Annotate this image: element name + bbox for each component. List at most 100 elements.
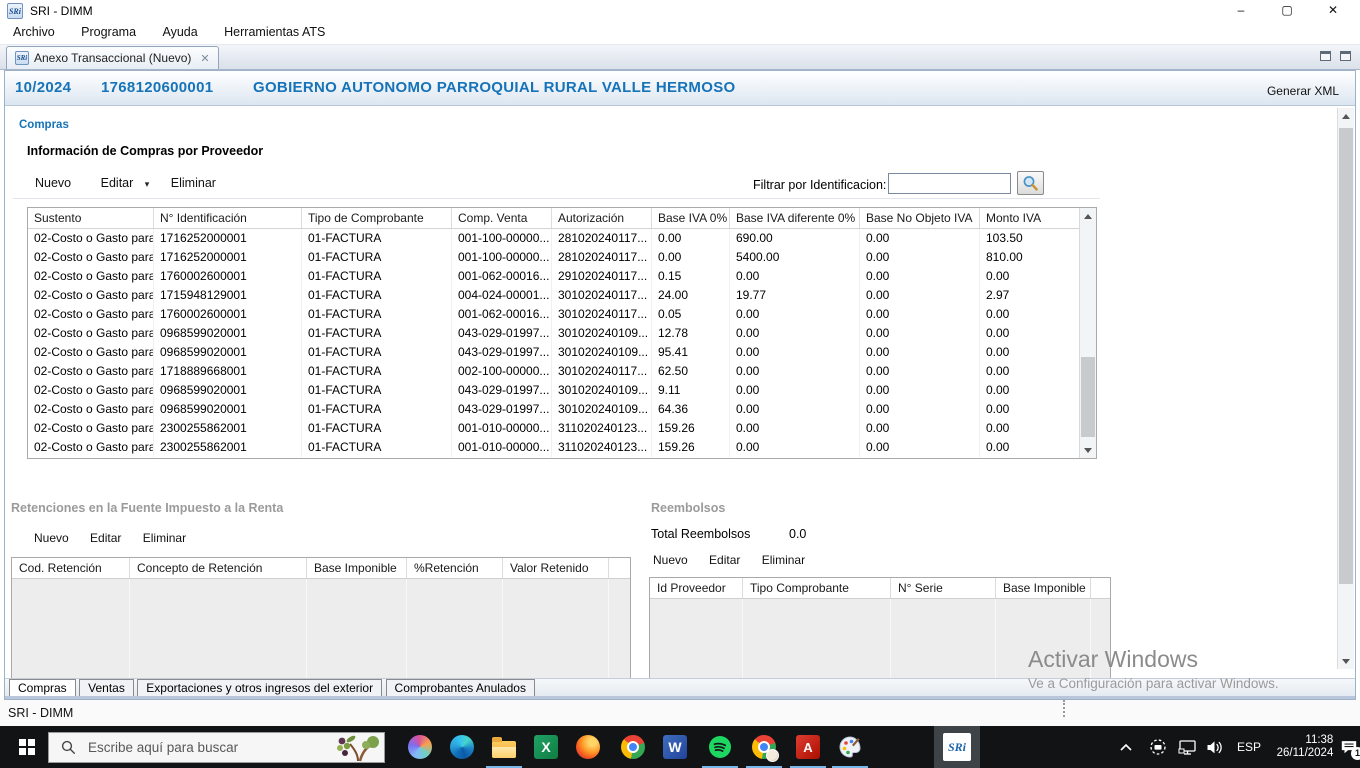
reemb-nuevo-button[interactable]: Nuevo — [653, 553, 688, 567]
scrollbar-thumb[interactable] — [1339, 128, 1353, 584]
search-input[interactable] — [86, 739, 330, 756]
table-row[interactable]: 02-Costo o Gasto para d...09685990200010… — [28, 324, 1096, 343]
filter-label: Filtrar por Identificacion: — [753, 178, 887, 192]
col-cod-retencion[interactable]: Cod. Retención — [12, 558, 130, 578]
table-cell: 690.00 — [730, 229, 860, 248]
table-row[interactable]: 02-Costo o Gasto para d...17162520000010… — [28, 229, 1096, 248]
ret-nuevo-button[interactable]: Nuevo — [34, 531, 69, 545]
col-n-serie[interactable]: N° Serie — [891, 578, 996, 598]
table-cell: 02-Costo o Gasto para d... — [28, 381, 154, 400]
tab-exportaciones[interactable]: Exportaciones y otros ingresos del exter… — [137, 679, 383, 697]
close-button[interactable]: ✕ — [1310, 0, 1356, 22]
empty-col — [503, 579, 609, 681]
menu-ayuda[interactable]: Ayuda — [151, 22, 208, 42]
retenciones-table-body — [12, 579, 630, 681]
pane-maximize-icon[interactable] — [1340, 51, 1351, 61]
total-reembolsos-value: 0.0 — [789, 527, 807, 541]
tray-capture[interactable] — [1145, 726, 1171, 768]
editar-button[interactable]: Editar — [101, 176, 134, 190]
col-monto-iva[interactable]: Monto IVA — [980, 208, 1079, 228]
table-row[interactable]: 02-Costo o Gasto para d...23002558620010… — [28, 438, 1096, 457]
tray-language[interactable]: ESP — [1232, 726, 1266, 768]
col-sustento[interactable]: Sustento — [28, 208, 154, 228]
filter-input[interactable] — [888, 173, 1011, 194]
menu-herramientas-ats[interactable]: Herramientas ATS — [213, 22, 336, 42]
maximize-button[interactable]: ▢ — [1264, 0, 1310, 22]
table-row[interactable]: 02-Costo o Gasto para d...17188896680010… — [28, 362, 1096, 381]
profile-avatar — [766, 749, 779, 762]
taskbar-excel[interactable]: X — [525, 726, 567, 768]
taskbar-file-explorer[interactable] — [483, 726, 525, 768]
taskbar-edge[interactable] — [441, 726, 483, 768]
col-base-no-objeto[interactable]: Base No Objeto IVA — [860, 208, 980, 228]
taskbar-sri-dimm[interactable]: SRi — [934, 726, 980, 768]
reemb-editar-button[interactable]: Editar — [709, 553, 740, 567]
pane-minimize-icon[interactable] — [1320, 51, 1331, 61]
compras-toolbar: Nuevo Editar ▾ Eliminar — [35, 176, 242, 196]
tab-ventas[interactable]: Ventas — [79, 679, 134, 697]
col-base-iva-0[interactable]: Base IVA 0% — [652, 208, 730, 228]
nuevo-button[interactable]: Nuevo — [35, 176, 71, 190]
taskbar-word[interactable]: W — [654, 726, 696, 768]
taskbar-spotify[interactable] — [699, 726, 741, 768]
col-tipo-comprobante[interactable]: Tipo de Comprobante — [302, 208, 452, 228]
menu-programa[interactable]: Programa — [70, 22, 147, 42]
tab-close-icon[interactable]: ✕ — [200, 52, 209, 65]
generar-xml-button[interactable]: Generar XML — [1267, 84, 1339, 98]
edge-icon — [450, 735, 474, 759]
col-identificacion[interactable]: N° Identificación — [154, 208, 302, 228]
taskbar-chrome-profile[interactable] — [743, 726, 785, 768]
tab-anexo-transaccional[interactable]: SRi Anexo Transaccional (Nuevo) ✕ — [6, 46, 219, 69]
minimize-button[interactable]: – — [1218, 0, 1264, 22]
col-base-imponible-reemb[interactable]: Base Imponible — [996, 578, 1091, 598]
scroll-down-icon[interactable] — [1080, 442, 1096, 458]
col-autorizacion[interactable]: Autorización — [552, 208, 652, 228]
col-valor-retenido[interactable]: Valor Retenido — [503, 558, 609, 578]
reemb-eliminar-button[interactable]: Eliminar — [762, 553, 805, 567]
tray-network[interactable] — [1174, 726, 1200, 768]
table-row[interactable]: 02-Costo o Gasto para d...17162520000010… — [28, 248, 1096, 267]
col-concepto-retencion[interactable]: Concepto de Retención — [130, 558, 307, 578]
table-row[interactable]: 02-Costo o Gasto para d...23002558620010… — [28, 419, 1096, 438]
tray-chevron[interactable] — [1114, 726, 1138, 768]
table-cell: 0.00 — [860, 324, 980, 343]
scroll-up-icon[interactable] — [1080, 208, 1096, 224]
tab-compras[interactable]: Compras — [9, 679, 76, 697]
splitter-grip[interactable] — [1063, 700, 1065, 717]
table-row[interactable]: 02-Costo o Gasto para d...09685990200010… — [28, 343, 1096, 362]
taskbar-acrobat[interactable]: A — [787, 726, 829, 768]
tray-volume[interactable] — [1202, 726, 1228, 768]
eliminar-button[interactable]: Eliminar — [171, 176, 216, 190]
col-tipo-comprobante-reemb[interactable]: Tipo Comprobante — [743, 578, 891, 598]
ret-editar-button[interactable]: Editar — [90, 531, 121, 545]
tab-comprobantes-anulados[interactable]: Comprobantes Anulados — [385, 679, 535, 697]
scroll-up-icon[interactable] — [1338, 108, 1354, 124]
table-row[interactable]: 02-Costo o Gasto para d...17159481290010… — [28, 286, 1096, 305]
compras-table-scrollbar[interactable] — [1079, 208, 1096, 458]
notification-badge: 1 — [1351, 747, 1360, 760]
tray-action-center[interactable]: 1 — [1338, 726, 1360, 768]
taskbar-paint[interactable] — [829, 726, 871, 768]
col-base-imponible[interactable]: Base Imponible — [307, 558, 407, 578]
table-row[interactable]: 02-Costo o Gasto para d...17600026000010… — [28, 305, 1096, 324]
col-comp-venta[interactable]: Comp. Venta — [452, 208, 552, 228]
taskbar-chrome[interactable] — [612, 726, 654, 768]
ret-eliminar-button[interactable]: Eliminar — [143, 531, 186, 545]
taskbar-search[interactable] — [48, 732, 385, 763]
start-button[interactable] — [6, 726, 48, 768]
scroll-down-icon[interactable] — [1338, 653, 1354, 669]
taskbar-firefox[interactable] — [567, 726, 609, 768]
taskbar-copilot[interactable] — [399, 726, 441, 768]
tray-clock[interactable]: 11:38 26/11/2024 — [1270, 726, 1340, 768]
filter-search-button[interactable] — [1017, 171, 1044, 195]
table-row[interactable]: 02-Costo o Gasto para d...09685990200010… — [28, 381, 1096, 400]
col-id-proveedor[interactable]: Id Proveedor — [650, 578, 743, 598]
table-row[interactable]: 02-Costo o Gasto para d...09685990200010… — [28, 400, 1096, 419]
content-scrollbar[interactable] — [1337, 108, 1354, 669]
table-row[interactable]: 02-Costo o Gasto para d...17600026000010… — [28, 267, 1096, 286]
menu-archivo[interactable]: Archivo — [2, 22, 66, 42]
scrollbar-thumb[interactable] — [1081, 357, 1095, 437]
col-base-iva-dif[interactable]: Base IVA diferente 0% — [730, 208, 860, 228]
col-pct-retencion[interactable]: %Retención — [407, 558, 503, 578]
editar-dropdown-icon[interactable]: ▾ — [145, 179, 150, 189]
